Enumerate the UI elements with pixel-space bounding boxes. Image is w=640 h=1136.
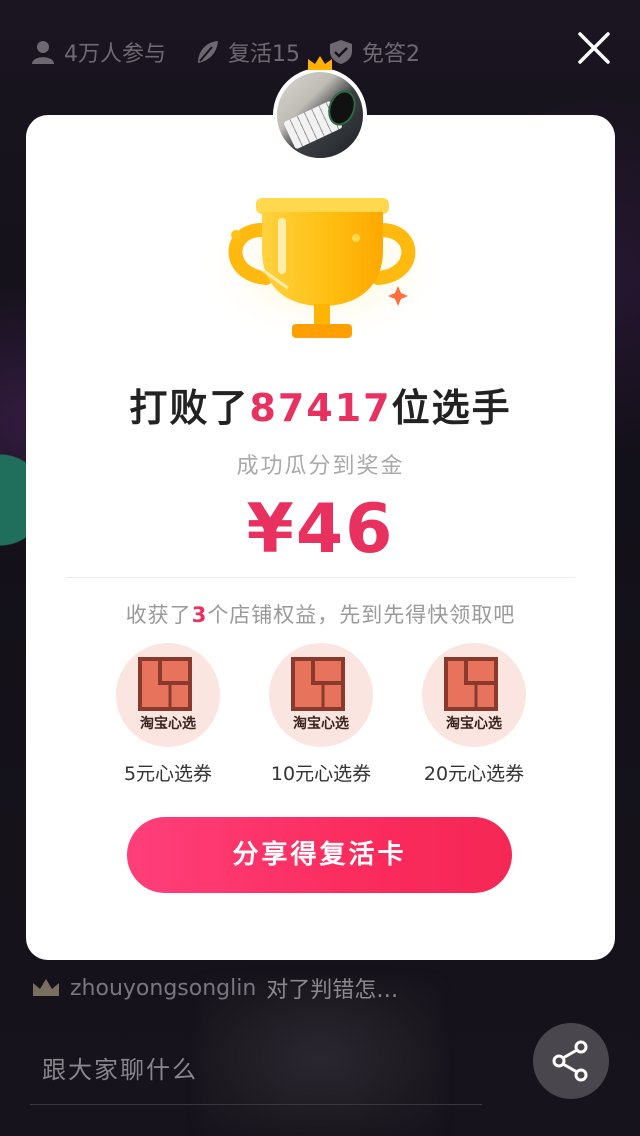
avatar [273, 68, 367, 162]
coupon-10[interactable]: 淘宝心选 10元心选券 [251, 643, 391, 786]
coupon-label: 5元心选券 [123, 763, 213, 785]
coupon-list: 淘宝心选 5元心选券 淘宝心选 10元心选券 淘宝心选 20元心选券 [26, 643, 615, 786]
player-avatar [273, 56, 367, 162]
user-icon [32, 41, 54, 64]
benefits-count: 3 [191, 603, 208, 627]
coupon-label: 10元心选券 [270, 763, 372, 785]
chat-comment: zhouyongsonglin 对了判错怎… [30, 972, 398, 1004]
crown-icon [33, 979, 59, 996]
close-button[interactable] [576, 30, 612, 66]
comment-text: 对了判错怎… [266, 978, 399, 1003]
headline-prefix: 打败了 [129, 386, 250, 430]
chat-input-underline [30, 1104, 482, 1105]
coupon-5[interactable]: 淘宝心选 5元心选券 [98, 643, 238, 786]
revive-count: 复活15 [228, 42, 300, 67]
comment-username: zhouyongsonglin [70, 975, 257, 1001]
share-for-revive-button[interactable]: 分享得复活卡 [127, 817, 512, 893]
headline: 打败了87417位选手 [26, 377, 615, 432]
revive-stat: 复活15 [194, 36, 300, 68]
benefits-prefix: 收获了 [125, 603, 192, 627]
coupon-logo: 淘宝心选 [422, 643, 526, 747]
share-button[interactable] [533, 1023, 609, 1099]
participants-stat: 4万人参与 [30, 36, 166, 68]
share-icon [552, 1040, 588, 1082]
coupon-brand: 淘宝心选 [140, 716, 196, 732]
participants-count: 4万人参与 [64, 42, 166, 67]
headline-suffix: 位选手 [391, 386, 512, 430]
coupon-20[interactable]: 淘宝心选 20元心选券 [404, 643, 544, 786]
skip-stat: 免答2 [328, 36, 420, 68]
prize-amount: ¥46 [246, 490, 395, 569]
coupon-logo: 淘宝心选 [269, 643, 373, 747]
divider [66, 577, 575, 578]
crown-icon [308, 56, 332, 70]
coupon-brand: 淘宝心选 [293, 716, 349, 732]
prize-subtitle: 成功瓜分到奖金 [236, 454, 405, 479]
defeated-count: 87417 [249, 386, 392, 430]
benefits-suffix: 个店铺权益，先到先得快领取吧 [207, 603, 516, 627]
coupon-logo: 淘宝心选 [116, 643, 220, 747]
chat-input[interactable]: 跟大家聊什么 [42, 1050, 462, 1086]
coupon-label: 20元心选券 [423, 763, 525, 785]
coupon-brand: 淘宝心选 [446, 716, 502, 732]
result-modal: 打败了87417位选手 成功瓜分到奖金 ¥46 收获了3个店铺权益，先到先得快领… [26, 115, 615, 960]
leaf-icon [198, 41, 218, 63]
skip-count: 免答2 [362, 42, 420, 67]
benefits-text: 收获了3个店铺权益，先到先得快领取吧 [26, 599, 615, 629]
close-icon [578, 32, 610, 64]
